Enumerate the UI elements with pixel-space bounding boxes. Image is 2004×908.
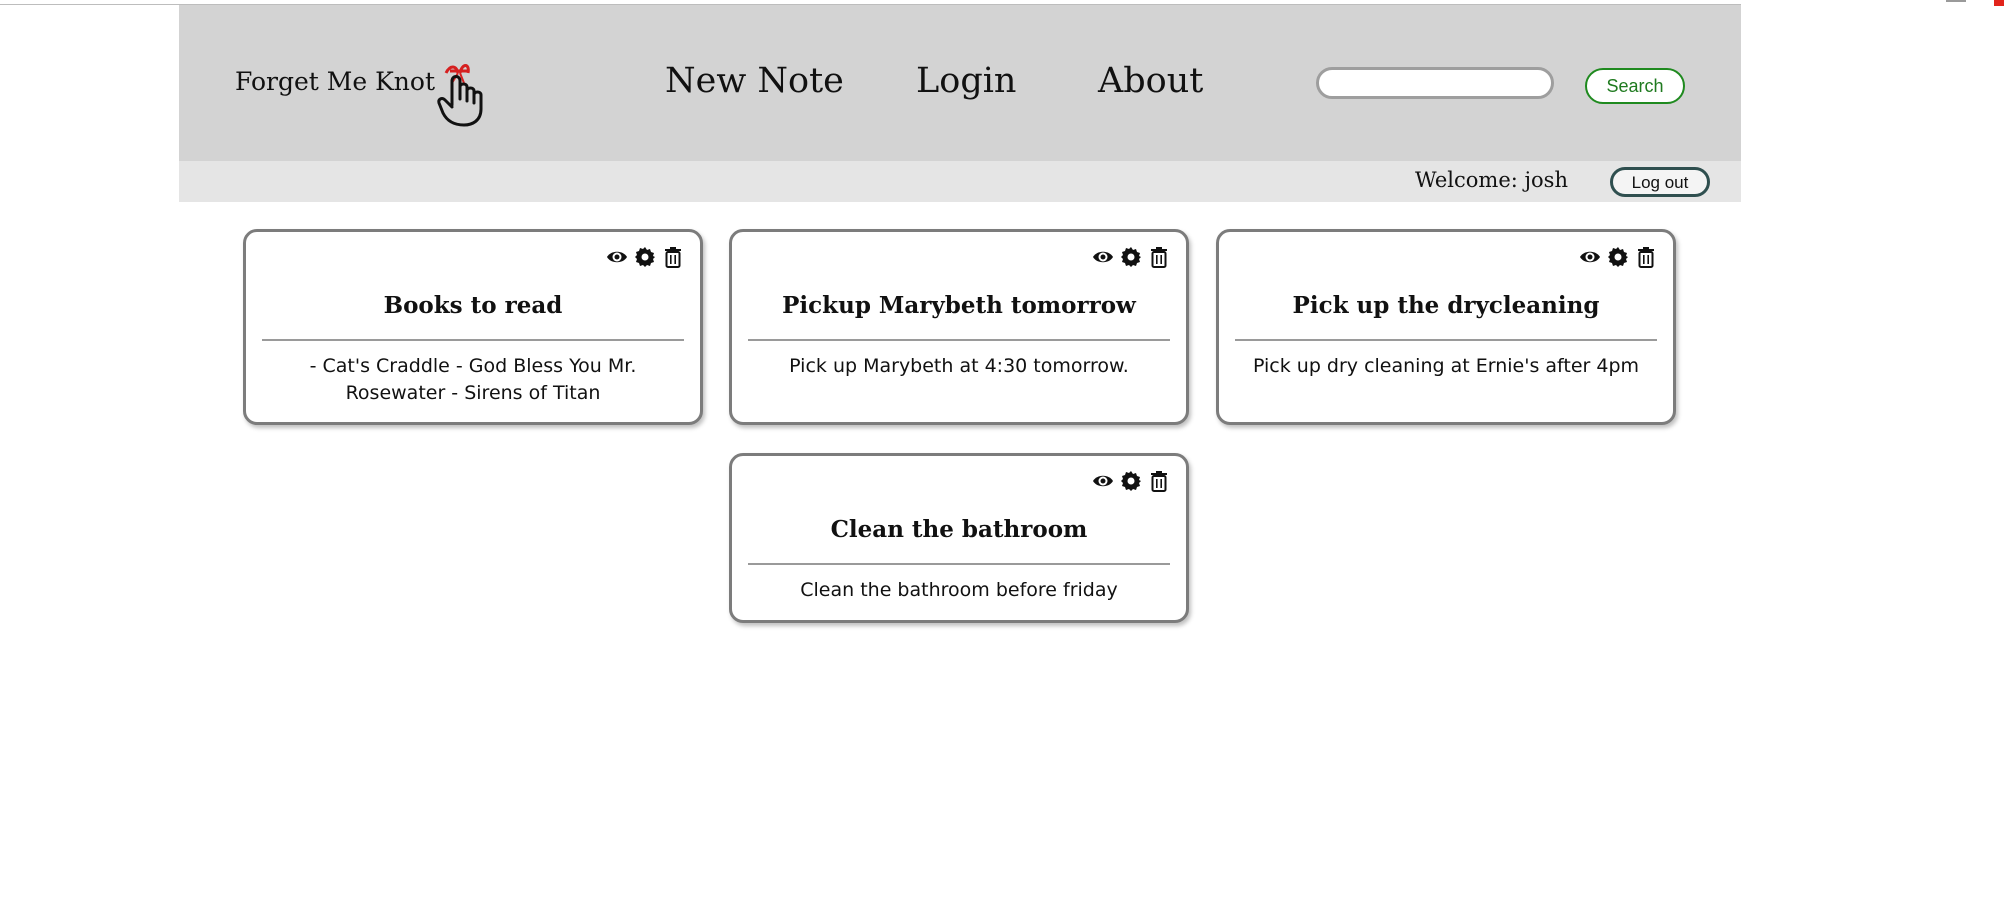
- note-actions: [1092, 246, 1170, 268]
- eye-icon[interactable]: [606, 246, 628, 268]
- nav-about[interactable]: About: [1098, 61, 1203, 101]
- site-header: Forget Me Knot New Note Login About Sear…: [179, 5, 1741, 161]
- note-card: Pickup Marybeth tomorrow Pick up Marybet…: [729, 229, 1189, 425]
- gear-icon[interactable]: [1120, 246, 1142, 268]
- note-title: Pick up the drycleaning: [1292, 292, 1600, 319]
- minimize-icon[interactable]: [1946, 0, 1966, 2]
- search-button[interactable]: Search: [1585, 68, 1685, 104]
- user-bar: Welcome: josh Log out: [179, 161, 1741, 202]
- note-divider: [748, 563, 1170, 565]
- note-divider: [1235, 339, 1657, 341]
- logout-button[interactable]: Log out: [1610, 167, 1710, 197]
- nav-new-note[interactable]: New Note: [665, 61, 844, 101]
- note-title: Books to read: [383, 292, 563, 319]
- note-title: Clean the bathroom: [830, 516, 1088, 543]
- note-body: Pick up Marybeth at 4:30 tomorrow.: [789, 355, 1129, 377]
- note-card: Clean the bathroom Clean the bathroom be…: [729, 453, 1189, 623]
- note-card: Books to read - Cat's Craddle - God Bles…: [243, 229, 703, 425]
- note-divider: [262, 339, 684, 341]
- search-input[interactable]: [1316, 67, 1554, 99]
- finger-with-red-bow-icon: [437, 64, 483, 127]
- trash-icon[interactable]: [662, 246, 684, 268]
- eye-icon[interactable]: [1092, 470, 1114, 492]
- note-actions: [606, 246, 684, 268]
- note-card: Pick up the drycleaning Pick up dry clea…: [1216, 229, 1676, 425]
- note-body: - Cat's Craddle - God Bless You Mr. Rose…: [309, 355, 637, 404]
- note-body: Clean the bathroom before friday: [800, 579, 1118, 601]
- trash-icon[interactable]: [1148, 246, 1170, 268]
- brand-name[interactable]: Forget Me Knot: [235, 67, 435, 96]
- nav-login[interactable]: Login: [916, 61, 1016, 101]
- trash-icon[interactable]: [1148, 470, 1170, 492]
- note-divider: [748, 339, 1170, 341]
- gear-icon[interactable]: [634, 246, 656, 268]
- window-controls: [1920, 0, 2004, 22]
- gear-icon[interactable]: [1607, 246, 1629, 268]
- close-icon[interactable]: [1994, 0, 2004, 6]
- gear-icon[interactable]: [1120, 470, 1142, 492]
- note-title: Pickup Marybeth tomorrow: [782, 292, 1136, 319]
- note-body: Pick up dry cleaning at Ernie's after 4p…: [1252, 355, 1640, 377]
- eye-icon[interactable]: [1092, 246, 1114, 268]
- trash-icon[interactable]: [1635, 246, 1657, 268]
- welcome-text: Welcome: josh: [1415, 168, 1568, 192]
- note-actions: [1092, 470, 1170, 492]
- note-actions: [1579, 246, 1657, 268]
- eye-icon[interactable]: [1579, 246, 1601, 268]
